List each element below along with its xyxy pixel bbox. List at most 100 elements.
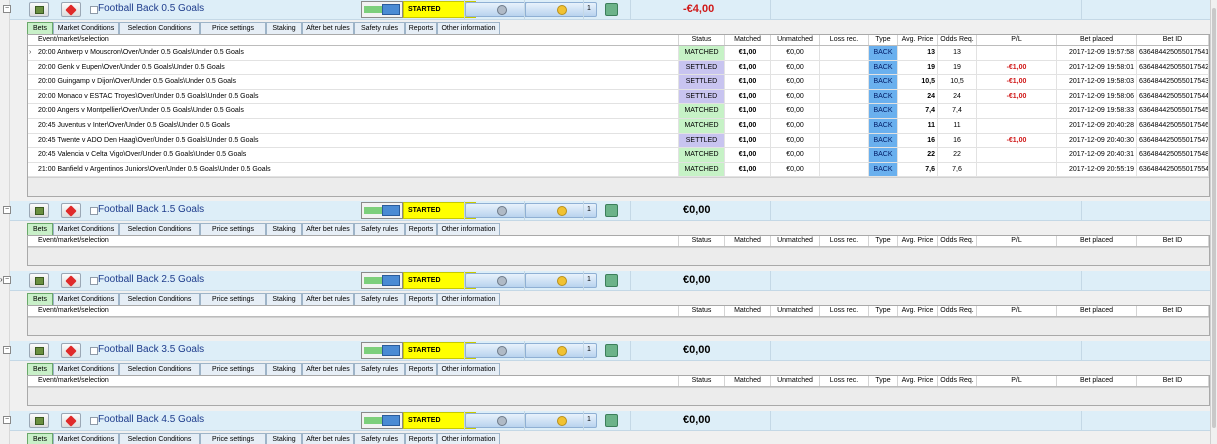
tab-price-settings[interactable]: Price settings (200, 363, 266, 375)
collapse-toggle-icon[interactable]: − (3, 5, 11, 13)
add-bet-button[interactable] (29, 413, 49, 428)
tab-safety-rules[interactable]: Safety rules (354, 363, 405, 375)
column-header-pl[interactable]: P/L (977, 376, 1057, 386)
column-header-bet-placed[interactable]: Bet placed (1057, 306, 1137, 316)
tab-staking[interactable]: Staking (266, 22, 302, 34)
column-header-odds-req[interactable]: Odds Req. (938, 376, 977, 386)
table-row[interactable]: 20:00 Monaco v ESTAC Troyes\Over/Under 0… (28, 89, 1209, 105)
start-stop-toggle[interactable] (361, 412, 403, 429)
vertical-scrollbar[interactable] (1210, 0, 1217, 444)
tab-after-bet-rules[interactable]: After bet rules (302, 223, 354, 235)
strategy-select-checkbox-icon[interactable] (90, 417, 98, 425)
delete-strategy-button[interactable] (61, 203, 81, 218)
delete-strategy-button[interactable] (61, 273, 81, 288)
start-stop-toggle[interactable] (361, 202, 403, 219)
tab-after-bet-rules[interactable]: After bet rules (302, 433, 354, 444)
column-header-event[interactable]: Event/market/selection (28, 306, 679, 316)
tab-price-settings[interactable]: Price settings (200, 22, 266, 34)
column-header-bet-placed[interactable]: Bet placed (1057, 35, 1137, 45)
delete-strategy-button[interactable] (61, 343, 81, 358)
start-stop-toggle[interactable] (361, 1, 403, 18)
column-header-bet-id[interactable]: Bet ID (1137, 376, 1209, 386)
refresh-refresh-icon[interactable] (605, 414, 618, 427)
tab-reports[interactable]: Reports (405, 433, 437, 444)
tab-reports[interactable]: Reports (405, 293, 437, 305)
strategy-name[interactable]: Football Back 0.5 Goals (98, 3, 204, 14)
column-header-loss-rec[interactable]: Loss rec. (820, 376, 869, 386)
tab-other-information[interactable]: Other information (437, 293, 500, 305)
tab-market-conditions[interactable]: Market Conditions (53, 363, 119, 375)
refresh-refresh-icon[interactable] (605, 344, 618, 357)
collapse-toggle-icon[interactable]: − (3, 276, 11, 284)
add-bet-button[interactable] (29, 273, 49, 288)
tab-safety-rules[interactable]: Safety rules (354, 223, 405, 235)
strategy-name[interactable]: Football Back 1.5 Goals (98, 204, 204, 215)
tab-other-information[interactable]: Other information (437, 22, 500, 34)
tab-safety-rules[interactable]: Safety rules (354, 433, 405, 444)
column-header-unmatched[interactable]: Unmatched (771, 35, 820, 45)
tab-bets[interactable]: Bets (27, 223, 53, 235)
column-header-matched[interactable]: Matched (725, 236, 771, 246)
column-header-type[interactable]: Type (869, 376, 898, 386)
table-row[interactable]: 21:00 Banfield v Argentinos Juniors\Over… (28, 162, 1209, 178)
tab-staking[interactable]: Staking (266, 223, 302, 235)
column-header-status[interactable]: Status (679, 306, 725, 316)
column-header-event[interactable]: Event/market/selection (28, 376, 679, 386)
scrollbar-thumb[interactable] (1212, 8, 1216, 428)
delete-strategy-button[interactable] (61, 413, 81, 428)
refresh-refresh-icon[interactable] (605, 204, 618, 217)
tab-after-bet-rules[interactable]: After bet rules (302, 293, 354, 305)
column-header-status[interactable]: Status (679, 376, 725, 386)
tab-other-information[interactable]: Other information (437, 223, 500, 235)
tab-bets[interactable]: Bets (27, 433, 53, 444)
column-header-type[interactable]: Type (869, 35, 898, 45)
tab-after-bet-rules[interactable]: After bet rules (302, 22, 354, 34)
tab-reports[interactable]: Reports (405, 363, 437, 375)
column-header-bet-placed[interactable]: Bet placed (1057, 236, 1137, 246)
tab-reports[interactable]: Reports (405, 22, 437, 34)
tab-price-settings[interactable]: Price settings (200, 293, 266, 305)
refresh-refresh-icon[interactable] (605, 3, 618, 16)
strategy-name[interactable]: Football Back 3.5 Goals (98, 344, 204, 355)
tab-selection-conditions[interactable]: Selection Conditions (119, 363, 200, 375)
table-row[interactable]: 20:45 Twente v ADO Den Haag\Over/Under 0… (28, 133, 1209, 149)
column-header-avg-price[interactable]: Avg. Price (898, 35, 938, 45)
tab-market-conditions[interactable]: Market Conditions (53, 22, 119, 34)
tab-after-bet-rules[interactable]: After bet rules (302, 363, 354, 375)
column-header-type[interactable]: Type (869, 306, 898, 316)
column-header-pl[interactable]: P/L (977, 236, 1057, 246)
column-header-pl[interactable]: P/L (977, 306, 1057, 316)
column-header-matched[interactable]: Matched (725, 35, 771, 45)
column-header-event[interactable]: Event/market/selection (28, 236, 679, 246)
start-stop-toggle[interactable] (361, 272, 403, 289)
collapse-toggle-icon[interactable]: − (3, 346, 11, 354)
column-header-bet-id[interactable]: Bet ID (1137, 306, 1209, 316)
tab-selection-conditions[interactable]: Selection Conditions (119, 433, 200, 444)
column-header-loss-rec[interactable]: Loss rec. (820, 306, 869, 316)
strategy-select-checkbox-icon[interactable] (90, 277, 98, 285)
refresh-refresh-icon[interactable] (605, 274, 618, 287)
tab-bets[interactable]: Bets (27, 293, 53, 305)
column-header-bet-id[interactable]: Bet ID (1137, 35, 1209, 45)
collapse-toggle-icon[interactable]: − (3, 206, 11, 214)
strategy-select-checkbox-icon[interactable] (90, 347, 98, 355)
add-bet-button[interactable] (29, 203, 49, 218)
table-row[interactable]: 20:00 Guingamp v Dijon\Over/Under 0.5 Go… (28, 75, 1209, 90)
tab-selection-conditions[interactable]: Selection Conditions (119, 293, 200, 305)
strategy-select-checkbox-icon[interactable] (90, 6, 98, 14)
table-row[interactable]: 20:00 Angers v Montpellier\Over/Under 0.… (28, 104, 1209, 119)
tab-selection-conditions[interactable]: Selection Conditions (119, 22, 200, 34)
tab-market-conditions[interactable]: Market Conditions (53, 293, 119, 305)
column-header-bet-placed[interactable]: Bet placed (1057, 376, 1137, 386)
add-bet-button[interactable] (29, 343, 49, 358)
add-bet-button[interactable] (29, 2, 49, 17)
column-header-loss-rec[interactable]: Loss rec. (820, 35, 869, 45)
column-header-avg-price[interactable]: Avg. Price (898, 306, 938, 316)
table-row[interactable]: › 20:00 Antwerp v Mouscron\Over/Under 0.5… (28, 46, 1209, 61)
column-header-avg-price[interactable]: Avg. Price (898, 376, 938, 386)
tab-bets[interactable]: Bets (27, 22, 53, 34)
tab-other-information[interactable]: Other information (437, 363, 500, 375)
column-header-matched[interactable]: Matched (725, 306, 771, 316)
tab-other-information[interactable]: Other information (437, 433, 500, 444)
tab-staking[interactable]: Staking (266, 363, 302, 375)
